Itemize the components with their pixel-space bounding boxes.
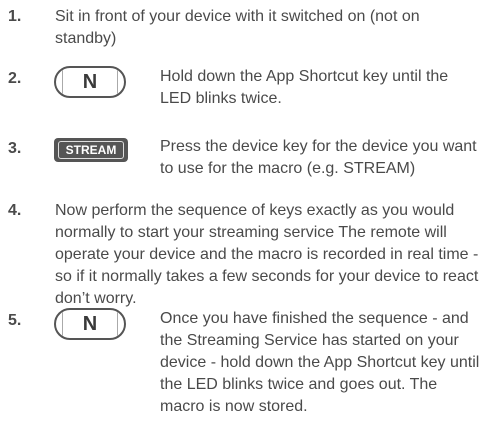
step-number: 4. (8, 202, 22, 219)
n-key-icon: N (54, 66, 126, 98)
step-text: Press the device key for the device you … (160, 138, 477, 177)
step-text: Now perform the sequence of keys exactly… (55, 202, 479, 307)
step-text: Sit in front of your device with it swit… (55, 8, 420, 47)
key-label: STREAM (58, 141, 124, 159)
step-number: 1. (8, 8, 22, 25)
stream-key-icon: STREAM (54, 138, 128, 162)
step-number: 2. (8, 70, 22, 87)
n-key-icon: N (54, 308, 126, 340)
key-label: N (82, 312, 98, 335)
step-text: Once you have finished the sequence - an… (160, 310, 480, 415)
step-text: Hold down the App Shortcut key until the… (160, 68, 449, 107)
step-number: 5. (8, 312, 22, 329)
key-label: N (82, 70, 98, 93)
step-number: 3. (8, 140, 22, 157)
